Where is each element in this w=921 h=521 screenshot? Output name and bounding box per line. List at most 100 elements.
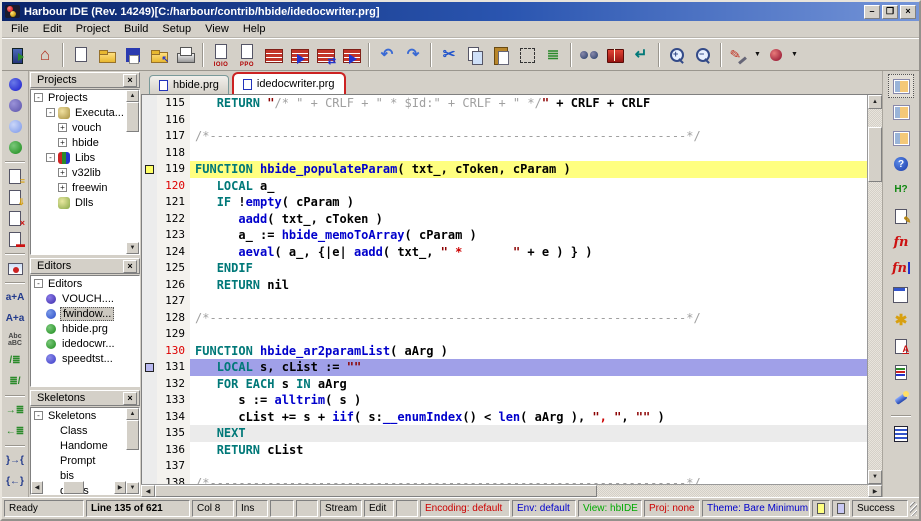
menu-help[interactable]: Help bbox=[236, 22, 273, 36]
project-marker-green-button[interactable] bbox=[3, 137, 27, 158]
line-number[interactable]: 124 bbox=[157, 244, 190, 261]
notes-button[interactable]: ✎ bbox=[888, 204, 914, 228]
maximize-button[interactable]: ❐ bbox=[882, 5, 898, 19]
code-line[interactable]: 116 bbox=[142, 112, 867, 129]
code-line[interactable]: 122 aadd( txt_, cToken ) bbox=[142, 211, 867, 228]
scroll-thumb[interactable] bbox=[155, 485, 597, 497]
code-text[interactable]: aadd( txt_, cToken ) bbox=[190, 211, 867, 228]
home-button[interactable]: ⌂ bbox=[32, 41, 58, 69]
code-line[interactable]: 127 bbox=[142, 293, 867, 310]
line-number[interactable]: 135 bbox=[157, 425, 190, 442]
tree-item-hbide[interactable]: +hbide bbox=[31, 135, 139, 150]
code-line[interactable]: 128/*-----------------------------------… bbox=[142, 310, 867, 327]
close-button[interactable]: × bbox=[900, 5, 916, 19]
code-line[interactable]: 126 RETURN nil bbox=[142, 277, 867, 294]
code-text[interactable]: LOCAL s, cList := "" bbox=[190, 359, 867, 376]
highlight-torch-button[interactable] bbox=[888, 386, 914, 410]
panel-horizontal-scrollbar[interactable]: ◀▶ bbox=[31, 481, 126, 494]
apply-source-button[interactable]: ⇓ bbox=[3, 187, 27, 208]
tab-hbide-prg[interactable]: hbide.prg bbox=[149, 75, 229, 94]
close-icon[interactable]: × bbox=[123, 260, 137, 273]
code-text[interactable]: RETURN cList bbox=[190, 442, 867, 459]
code-line[interactable]: 132 FOR EACH s IN aArg bbox=[142, 376, 867, 393]
title-bar[interactable]: Harbour IDE (Rev. 14249)[C:/harbour/cont… bbox=[2, 2, 919, 21]
stream-comment-button[interactable]: /≣ bbox=[3, 350, 27, 371]
code-text[interactable]: /*--------------------------------------… bbox=[190, 475, 867, 485]
goto-prev-function-button[interactable]: {←} bbox=[3, 471, 27, 492]
scroll-right-icon[interactable]: ▶ bbox=[868, 485, 882, 497]
code-text[interactable]: /*--------------------------------------… bbox=[190, 310, 867, 327]
tree-item-class[interactable]: Class bbox=[31, 423, 139, 438]
code-line[interactable]: 131 LOCAL s, cList := "" bbox=[142, 359, 867, 376]
bookmark-gutter[interactable] bbox=[142, 359, 157, 376]
project-marker-violet-button[interactable] bbox=[3, 95, 27, 116]
build-launch-button[interactable] bbox=[286, 41, 312, 69]
help-button[interactable]: ? bbox=[888, 152, 914, 176]
code-line[interactable]: 115 RETURN "/* " + CRLF + " * $Id:" + CR… bbox=[142, 95, 867, 112]
tree-item-executa-[interactable]: -Executa... bbox=[31, 105, 139, 120]
save-source-button[interactable]: ≡ bbox=[3, 166, 27, 187]
copy-button[interactable] bbox=[462, 41, 488, 69]
code-line[interactable]: 137 bbox=[142, 458, 867, 475]
editors-panel-header[interactable]: Editors × bbox=[30, 258, 140, 274]
code-line[interactable]: 130FUNCTION hbide_ar2paramList( aArg ) bbox=[142, 343, 867, 360]
menu-file[interactable]: File bbox=[4, 22, 36, 36]
code-text[interactable]: RETURN "/* " + CRLF + " * $Id:" + CRLF +… bbox=[190, 95, 867, 112]
code-text[interactable]: FUNCTION hbide_ar2paramList( aArg ) bbox=[190, 343, 867, 360]
view-layout-2-button[interactable] bbox=[888, 100, 914, 124]
syntax-colors-button[interactable] bbox=[888, 360, 914, 384]
help-book-button[interactable] bbox=[602, 41, 628, 69]
to-lowercase-button[interactable]: A+a bbox=[3, 308, 27, 329]
tree-item-idedocwr-[interactable]: idedocwr... bbox=[31, 336, 139, 351]
bookmark-gutter[interactable] bbox=[142, 293, 157, 310]
tree-item-projects[interactable]: -Projects bbox=[31, 90, 139, 105]
rebuild-launch-button[interactable] bbox=[338, 41, 364, 69]
harbour-help-button[interactable]: H? bbox=[888, 178, 914, 202]
scroll-thumb[interactable] bbox=[868, 127, 882, 182]
themes-menu-button[interactable] bbox=[763, 41, 789, 69]
tab-idedocwriter-prg[interactable]: idedocwriter.prg bbox=[232, 72, 346, 94]
select-block-button[interactable] bbox=[514, 41, 540, 69]
line-number[interactable]: 137 bbox=[157, 458, 190, 475]
print-button[interactable] bbox=[172, 41, 198, 69]
code-view[interactable]: 115 RETURN "/* " + CRLF + " * $Id:" + CR… bbox=[142, 95, 867, 484]
line-number[interactable]: 116 bbox=[157, 112, 190, 129]
line-number[interactable]: 132 bbox=[157, 376, 190, 393]
themes-menu-dropdown-icon[interactable]: ▼ bbox=[791, 51, 798, 58]
bookmark-gutter[interactable] bbox=[142, 145, 157, 162]
bookmark-gutter[interactable] bbox=[142, 227, 157, 244]
line-number[interactable]: 122 bbox=[157, 211, 190, 228]
redo-button[interactable]: ↷ bbox=[400, 41, 426, 69]
bookmark-gutter[interactable] bbox=[142, 277, 157, 294]
tree-item-dlls[interactable]: Dlls bbox=[31, 195, 139, 210]
tree-item-editors[interactable]: -Editors bbox=[31, 276, 139, 291]
tree-item-prompt[interactable]: Prompt bbox=[31, 453, 139, 468]
line-number[interactable]: 138 bbox=[157, 475, 190, 485]
color-swatch[interactable] bbox=[817, 503, 825, 514]
line-number[interactable]: 127 bbox=[157, 293, 190, 310]
code-line[interactable]: 136 RETURN cList bbox=[142, 442, 867, 459]
code-line[interactable]: 121 IF !empty( cParam ) bbox=[142, 194, 867, 211]
resize-grip[interactable] bbox=[910, 502, 917, 516]
line-number[interactable]: 115 bbox=[157, 95, 190, 112]
code-line[interactable]: 117/*-----------------------------------… bbox=[142, 128, 867, 145]
preprocess-ioio-button[interactable]: IOIO bbox=[208, 41, 234, 69]
line-number[interactable]: 130 bbox=[157, 343, 190, 360]
menu-edit[interactable]: Edit bbox=[36, 22, 69, 36]
tree-item-hbide-prg[interactable]: hbide.prg bbox=[31, 321, 139, 336]
panel-vertical-scrollbar[interactable]: ▲▼ bbox=[126, 408, 139, 494]
line-number[interactable]: 121 bbox=[157, 194, 190, 211]
expander-icon[interactable]: + bbox=[58, 138, 67, 147]
line-number[interactable]: 120 bbox=[157, 178, 190, 195]
bookmark-gutter[interactable] bbox=[142, 161, 157, 178]
code-line[interactable]: 129 bbox=[142, 326, 867, 343]
new-file-button[interactable] bbox=[68, 41, 94, 69]
zoom-out-button[interactable]: − bbox=[690, 41, 716, 69]
code-line[interactable]: 138/*-----------------------------------… bbox=[142, 475, 867, 485]
expander-icon[interactable]: + bbox=[58, 183, 67, 192]
tree-item-freewin[interactable]: +freewin bbox=[31, 180, 139, 195]
view-layout-1-button[interactable] bbox=[888, 74, 914, 98]
code-text[interactable]: aeval( a_, {|e| aadd( txt_, " * " + e ) … bbox=[190, 244, 867, 261]
bookmark-gutter[interactable] bbox=[142, 244, 157, 261]
revert-source-button[interactable]: ▬ bbox=[3, 229, 27, 250]
